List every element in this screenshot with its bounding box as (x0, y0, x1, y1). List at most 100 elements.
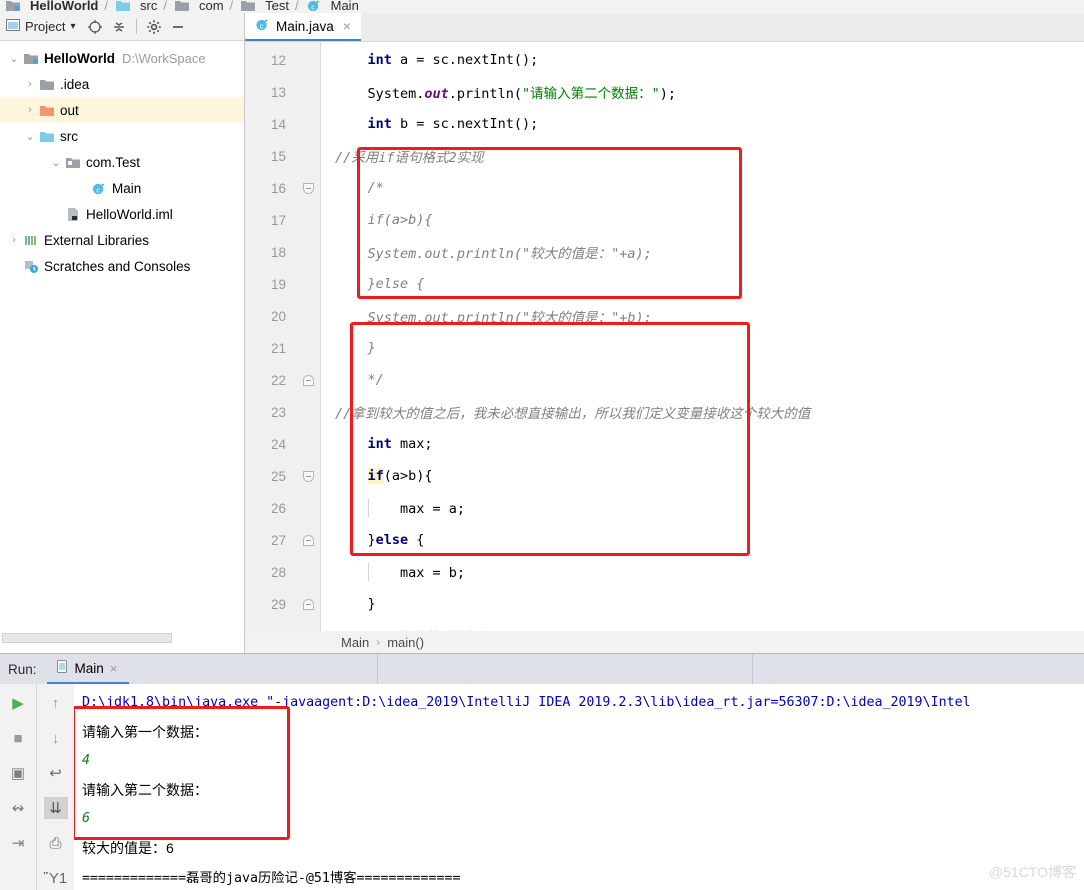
breadcrumb-item-helloworld[interactable]: HelloWorld (4, 0, 98, 13)
fold-toggle-icon[interactable] (302, 182, 314, 194)
code-line-27[interactable]: 27 }else { (245, 524, 1084, 556)
code-line-26[interactable]: 26 max = a; (245, 492, 1084, 524)
arrow-up-icon[interactable]: ↑ (44, 692, 68, 714)
rerun-icon[interactable]: ▶ (6, 692, 30, 714)
code-line-20[interactable]: 20 System.out.println("较大的值是："+b); (245, 300, 1084, 332)
breadcrumb-separator: / (229, 0, 234, 13)
code-line-21[interactable]: 21 } (245, 332, 1084, 364)
tree-item-external-libraries[interactable]: › External Libraries (0, 227, 244, 253)
code-line-15[interactable]: 15 //采用if语句格式2实现 (245, 140, 1084, 172)
project-dropdown-caret[interactable]: ▾ (70, 21, 75, 32)
close-icon[interactable]: × (343, 18, 351, 34)
code-line-29[interactable]: 29 } (245, 588, 1084, 620)
breadcrumb-class[interactable]: Main (341, 635, 369, 650)
tree-item-scratches-and-consoles[interactable]: Scratches and Consoles (0, 253, 244, 279)
fold-marker-up[interactable] (295, 374, 321, 386)
breadcrumb-item-test[interactable]: Test (239, 0, 289, 13)
chevron-down-icon[interactable]: ⌄ (48, 156, 64, 169)
fold-toggle-icon[interactable] (302, 630, 314, 631)
scroll-to-end-icon[interactable]: ⇊ (43, 797, 68, 819)
run-left-toolbar[interactable]: ▶ ■ ▣ ↭ ⇥ (0, 684, 36, 890)
top-breadcrumb-bar: HelloWorld / src / com / Test / c Main (0, 0, 1084, 13)
code-line-22[interactable]: 22 */ (245, 364, 1084, 396)
code-line-17[interactable]: 17 if(a>b){ (245, 204, 1084, 236)
breadcrumb-separator: / (163, 0, 167, 13)
print-icon[interactable]: ⎙ (44, 832, 68, 854)
svg-text:c: c (260, 21, 264, 30)
code-line-28[interactable]: 28 max = b; (245, 556, 1084, 588)
run-label: Run: (8, 661, 37, 677)
editor-breadcrumb[interactable]: Main › main() (245, 631, 1084, 653)
code-line-23[interactable]: 23 //拿到较大的值之后，我未必想直接输出，所以我们定义变量接收这个较大的值 (245, 396, 1084, 428)
code-line-19[interactable]: 19 }else { (245, 268, 1084, 300)
breadcrumb-item-label: com (198, 0, 224, 13)
tree-item-path: D:\WorkSpace (122, 50, 206, 66)
console-output[interactable]: D:\jdk1.8\bin\java.exe "-javaagent:D:\id… (74, 684, 1084, 890)
breadcrumb[interactable]: HelloWorld / src / com / Test / c Main (0, 0, 1084, 13)
fold-marker-up[interactable] (295, 534, 321, 546)
code-text: int max; (367, 436, 433, 452)
breadcrumb-item-src[interactable]: src (114, 0, 157, 13)
run-tab-main[interactable]: Main × (46, 654, 130, 684)
code-line-12[interactable]: 12 int a = sc.nextInt(); (245, 44, 1084, 76)
project-horizontal-scrollbar[interactable] (2, 633, 172, 643)
line-number: 15 (270, 148, 286, 164)
excluded-folder-icon (38, 103, 56, 118)
close-icon[interactable]: × (110, 661, 118, 676)
project-title[interactable]: Project ▾ (6, 18, 76, 35)
fold-marker-up[interactable] (295, 598, 321, 610)
fold-toggle-icon[interactable] (302, 598, 314, 610)
fold-toggle-icon[interactable] (302, 374, 314, 386)
code-line-14[interactable]: 14 int b = sc.nextInt(); (245, 108, 1084, 140)
code-line-25[interactable]: 25 if(a>b){ (245, 460, 1084, 492)
fold-marker-down[interactable] (295, 470, 321, 482)
tree-item-label: out (60, 102, 79, 118)
code-line-18[interactable]: 18 System.out.println("较大的值是："+a); (245, 236, 1084, 268)
breadcrumb-item-main[interactable]: c Main (305, 0, 359, 13)
tree-item-src[interactable]: ⌄ src (0, 123, 244, 149)
fold-toggle-icon[interactable] (302, 470, 314, 482)
project-tree[interactable]: ⌄ HelloWorld D:\WorkSpace › .idea › out ⌄ src ⌄ co… (0, 41, 244, 279)
fold-marker-down[interactable] (295, 182, 321, 194)
screenshot-camera-icon[interactable]: ▣ (6, 762, 30, 784)
header-divider-1 (377, 654, 378, 684)
clear-all-trash-icon[interactable]: Ὕ1 (44, 867, 68, 889)
run-console-toolbar[interactable]: ↑ ↓ ↩ ⇊ ⎙ Ὕ1 (36, 684, 74, 890)
fold-toggle-icon[interactable] (302, 534, 314, 546)
settings-gear-icon[interactable] (143, 16, 165, 38)
export-icon[interactable]: ⇥ (6, 832, 30, 854)
tree-item-out[interactable]: › out (0, 97, 244, 123)
soft-wrap-icon[interactable]: ↩ (44, 762, 68, 784)
tree-item--idea[interactable]: › .idea (0, 71, 244, 97)
collapse-all-icon[interactable] (108, 16, 130, 38)
code-viewport[interactable]: 12 int a = sc.nextInt(); 13 System.out.pr… (245, 42, 1084, 631)
breadcrumb-item-com[interactable]: com (173, 0, 224, 13)
chevron-right-icon[interactable]: › (22, 104, 38, 116)
arrow-down-icon[interactable]: ↓ (44, 727, 68, 749)
chevron-down-icon[interactable]: ⌄ (22, 130, 38, 143)
java-class-icon: c (305, 0, 323, 13)
editor-area: c Main.java × 12 int a = sc.nextInt(); 13… (245, 13, 1084, 653)
code-line-13[interactable]: 13 System.out.println("请输入第二个数据："); (245, 76, 1084, 108)
chevron-down-icon[interactable]: ⌄ (6, 52, 22, 65)
tree-item-helloworld[interactable]: ⌄ HelloWorld D:\WorkSpace (0, 45, 244, 71)
tree-item-label: External Libraries (44, 232, 150, 248)
tab-main-java[interactable]: c Main.java × (245, 13, 361, 41)
svg-text:c: c (311, 2, 315, 11)
code-line-16[interactable]: 16 /* (245, 172, 1084, 204)
hide-panel-icon[interactable] (167, 16, 189, 38)
code-line-24[interactable]: 24 int max; (245, 428, 1084, 460)
chevron-right-icon[interactable]: › (22, 78, 38, 90)
tree-item-main[interactable]: c Main (0, 175, 244, 201)
chevron-right-icon[interactable]: › (6, 234, 22, 246)
code-line-30[interactable]: 30 //可能做其他的操作 (245, 620, 1084, 631)
module-icon (22, 51, 40, 66)
tree-item-helloworld-iml[interactable]: HelloWorld.iml (0, 201, 244, 227)
breadcrumb-method[interactable]: main() (387, 635, 424, 650)
run-tab-label: Main (74, 660, 104, 676)
tree-item-com-test[interactable]: ⌄ com.Test (0, 149, 244, 175)
locate-icon[interactable] (84, 16, 106, 38)
package-icon (64, 155, 82, 170)
thread-dump-icon[interactable]: ↭ (6, 797, 30, 819)
stop-icon[interactable]: ■ (6, 727, 30, 749)
